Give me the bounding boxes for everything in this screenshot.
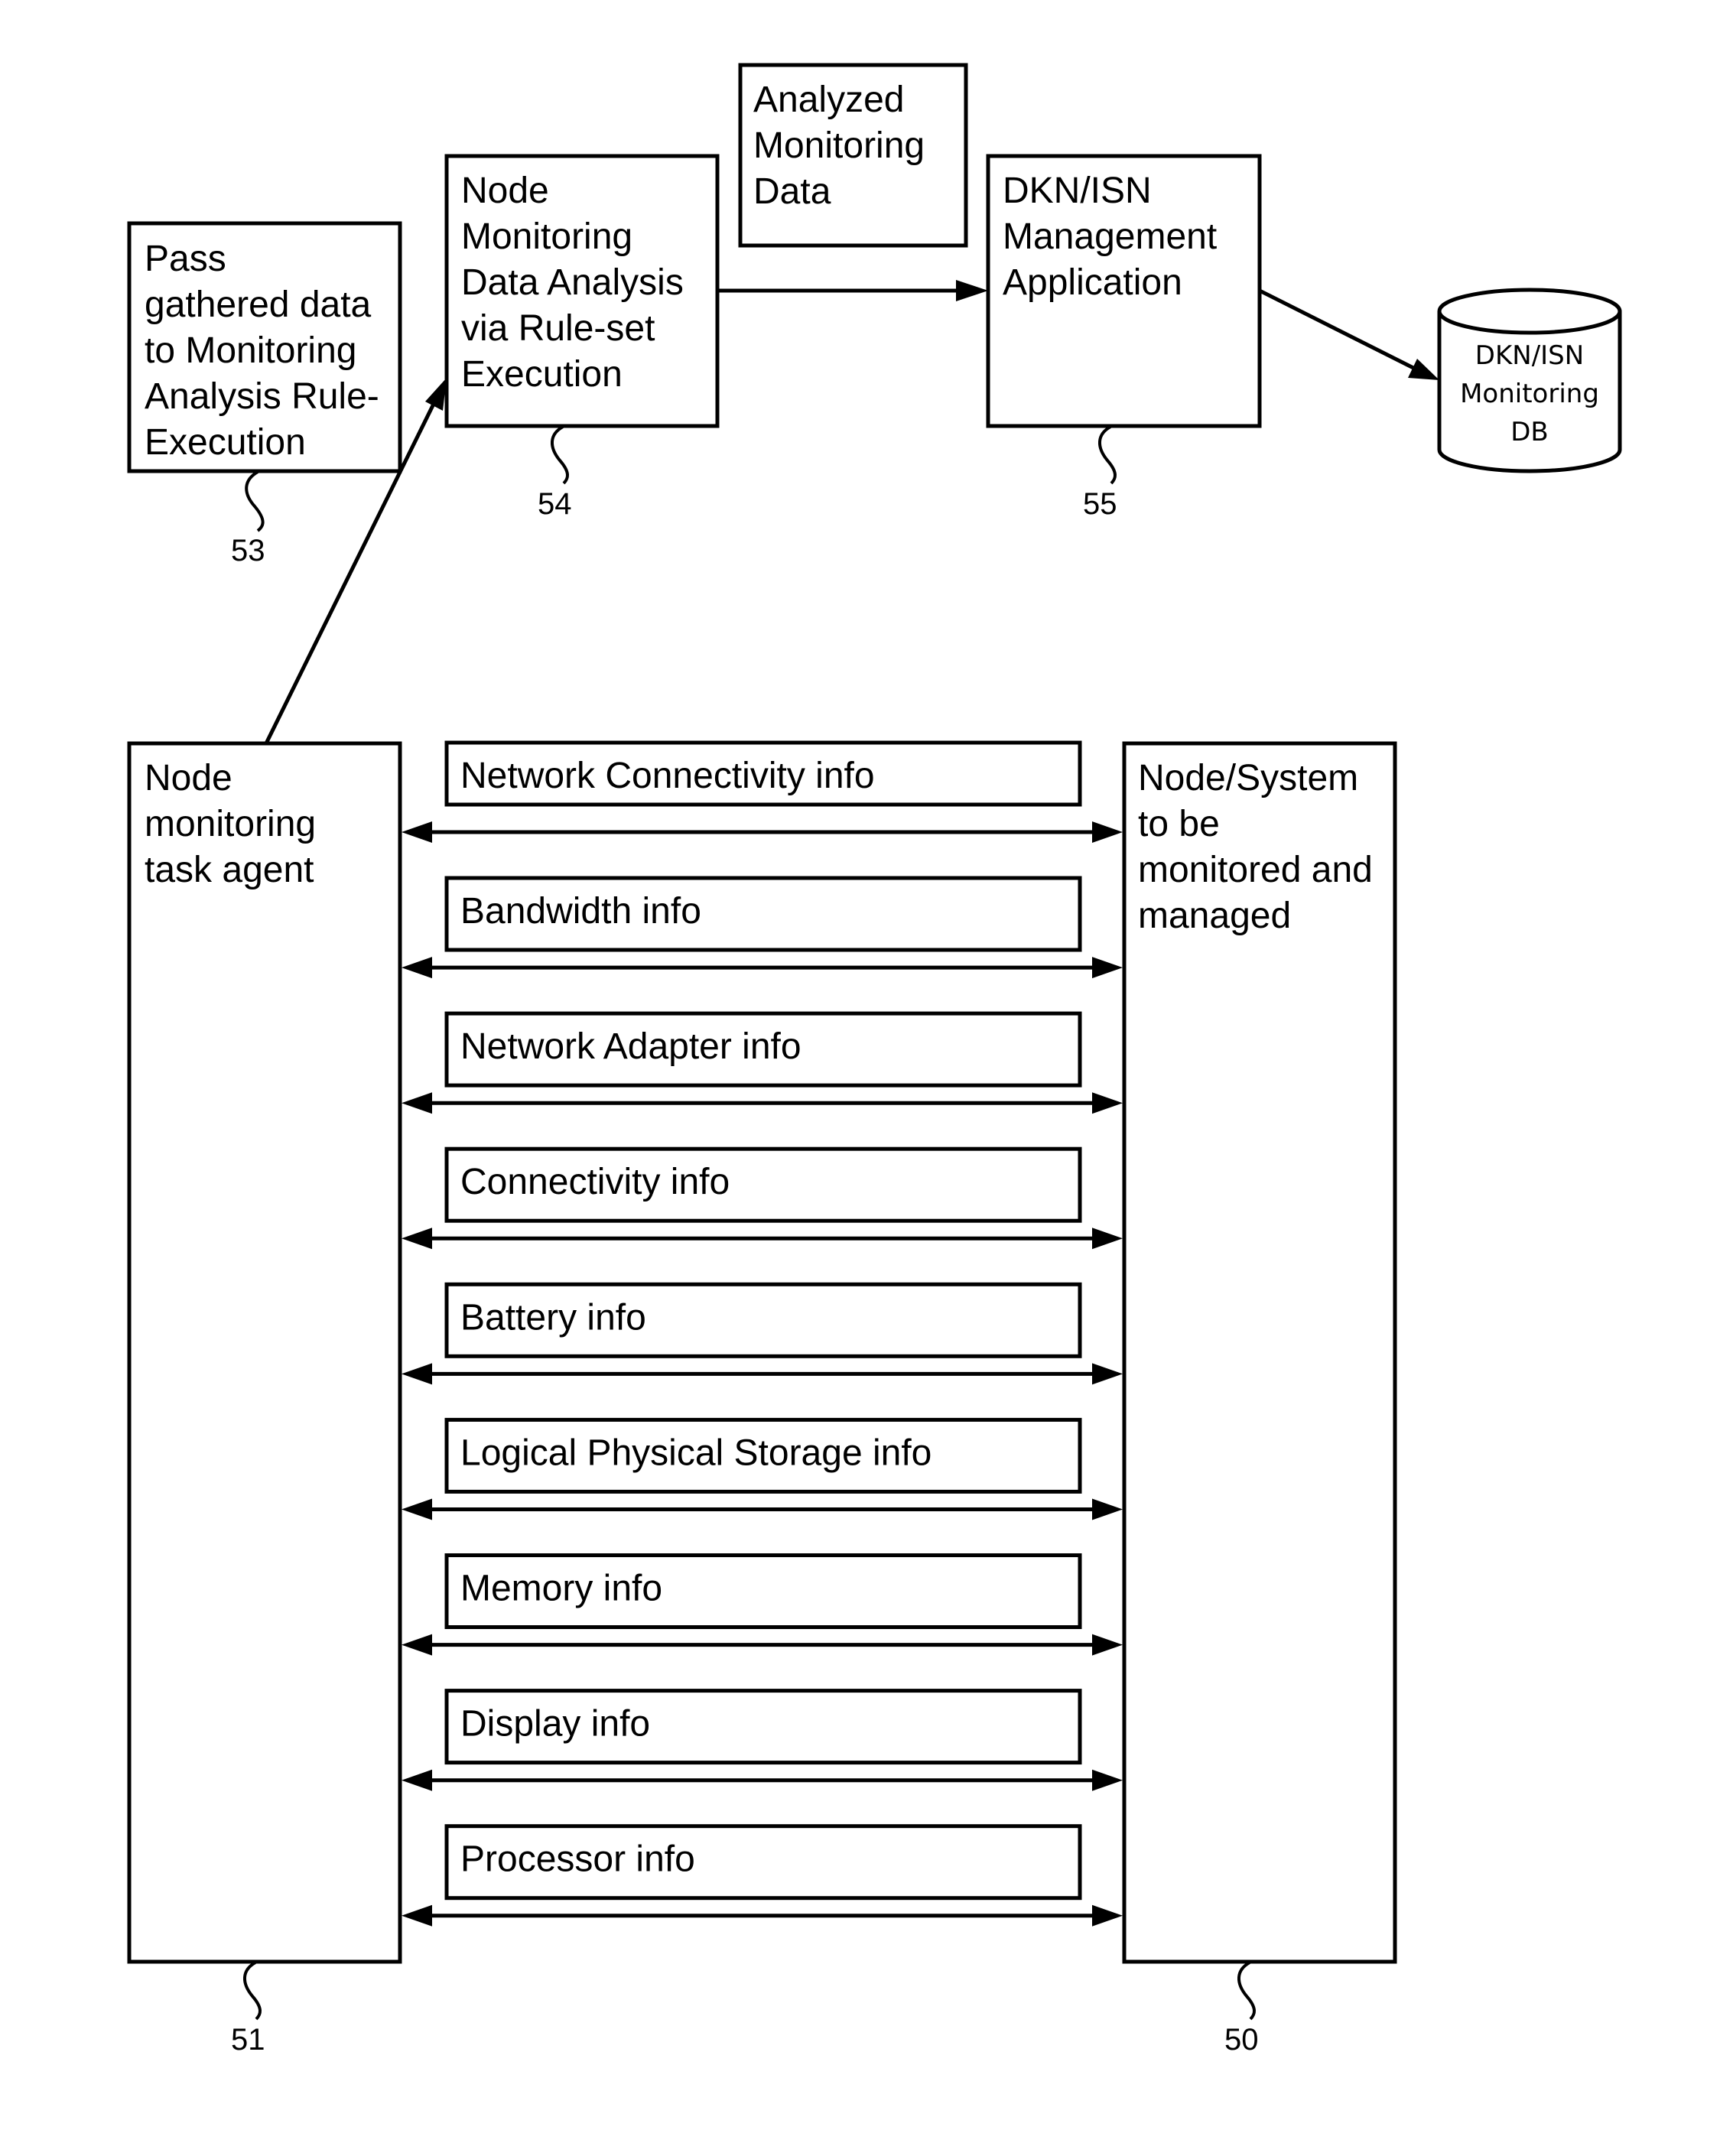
analysis-line-1: Node (461, 171, 549, 211)
db-line-3: DB (1510, 417, 1549, 447)
arrow-head-left-icon (402, 1228, 432, 1250)
info-item: Network Adapter info (402, 1011, 1123, 1114)
info-item: Network Connectivity info (402, 740, 1123, 843)
pass-data-line-5: Execution (145, 422, 306, 463)
info-item: Connectivity info (402, 1146, 1123, 1250)
analysis-node: Node Monitoring Data Analysis via Rule-s… (444, 154, 720, 521)
arrow-head-icon (956, 280, 988, 301)
pass-data-line-4: Analysis Rule- (145, 376, 379, 417)
analysis-line-4: via Rule-set (461, 308, 655, 349)
info-exchange-list: Network Connectivity info Bandwidth info N… (402, 740, 1123, 1927)
ref-leader-53 (245, 470, 265, 532)
arrow-head-left-icon (402, 1634, 432, 1656)
ref-label-53: 53 (231, 534, 265, 567)
ref-label-51: 51 (231, 2023, 265, 2057)
arrow-head-left-icon (402, 1363, 432, 1385)
arrow-head-icon (425, 378, 447, 411)
management-app-node: DKN/ISN Management Application 55 (986, 154, 1262, 521)
info-item: Processor info (402, 1824, 1123, 1927)
ref-leader-55 (1098, 425, 1117, 485)
managed-node: Node/System to be monitored and managed … (1122, 741, 1397, 2057)
info-label: Battery info (460, 1297, 646, 1338)
database-cylinder-top (1437, 288, 1622, 335)
task-agent-box (127, 741, 402, 1964)
analysis-line-2: Monitoring (461, 216, 632, 257)
managed-node-line-2: to be (1138, 804, 1220, 844)
arrow-head-left-icon (402, 1498, 432, 1520)
info-label: Logical Physical Storage info (460, 1432, 932, 1473)
ref-leader-50 (1237, 1961, 1256, 2021)
info-item: Display info (402, 1689, 1123, 1791)
pass-data-line-3: to Monitoring (145, 330, 356, 371)
arrow-head-right-icon (1092, 1904, 1123, 1927)
management-app-line-3: Application (1003, 262, 1182, 303)
analysis-line-3: Data Analysis (461, 262, 684, 303)
ref-leader-54 (551, 425, 569, 485)
db-line-2: Monitoring (1460, 379, 1599, 409)
pass-data-line-1: Pass (145, 239, 226, 279)
arrow-line (1258, 288, 1418, 372)
arrow-analysis-to-management (717, 280, 988, 301)
arrow-head-icon (1408, 359, 1439, 380)
arrow-head-right-icon (1092, 1634, 1123, 1656)
task-agent-node: Node monitoring task agent 51 (127, 741, 402, 2057)
info-label: Processor info (460, 1839, 695, 1880)
task-agent-line-3: task agent (145, 850, 314, 890)
info-item: Battery info (402, 1282, 1123, 1385)
info-item: Logical Physical Storage info (402, 1417, 1123, 1520)
arrow-head-right-icon (1092, 1769, 1123, 1791)
info-label: Bandwidth info (460, 891, 701, 932)
info-label: Network Connectivity info (460, 756, 875, 796)
ref-label-55: 55 (1083, 487, 1117, 521)
arrow-head-left-icon (402, 957, 432, 979)
managed-node-line-1: Node/System (1138, 758, 1358, 798)
ref-leader-51 (243, 1961, 262, 2021)
pass-gathered-data-node: Pass gathered data to Monitoring Analysi… (127, 221, 402, 567)
arrow-head-left-icon (402, 1769, 432, 1791)
task-agent-line-2: monitoring (145, 804, 316, 844)
arrow-head-left-icon (402, 821, 432, 843)
arrow-head-right-icon (1092, 1092, 1123, 1114)
analysis-line-5: Execution (461, 354, 623, 395)
info-label: Memory info (460, 1569, 662, 1609)
managed-node-line-3: monitored and (1138, 850, 1373, 890)
arrow-head-left-icon (402, 1904, 432, 1927)
db-line-1: DKN/ISN (1475, 340, 1584, 371)
arrow-head-left-icon (402, 1092, 432, 1114)
info-item: Memory info (402, 1553, 1123, 1656)
arrow-head-right-icon (1092, 1498, 1123, 1520)
info-item: Bandwidth info (402, 876, 1123, 979)
arrow-head-right-icon (1092, 821, 1123, 843)
ref-label-50: 50 (1224, 2023, 1259, 2057)
info-label: Connectivity info (460, 1162, 730, 1202)
ref-label-54: 54 (538, 487, 572, 521)
pass-data-line-2: gathered data (145, 285, 372, 325)
analyzed-data-line-1: Analyzed (753, 80, 904, 120)
arrow-management-to-db (1258, 288, 1439, 380)
analyzed-data-line-3: Data (753, 171, 831, 212)
management-app-line-2: Management (1003, 216, 1217, 257)
arrow-head-right-icon (1092, 1228, 1123, 1250)
monitoring-flow-diagram: Pass gathered data to Monitoring Analysi… (127, 63, 1622, 2057)
info-label: Network Adapter info (460, 1026, 801, 1067)
info-label: Display info (460, 1704, 650, 1745)
arrow-head-right-icon (1092, 1363, 1123, 1385)
task-agent-line-1: Node (145, 758, 232, 798)
analyzed-data-node: Analyzed Monitoring Data (738, 63, 968, 248)
arrow-head-right-icon (1092, 957, 1123, 979)
analyzed-data-line-2: Monitoring (753, 125, 925, 166)
managed-node-line-4: managed (1138, 896, 1291, 936)
management-app-line-1: DKN/ISN (1003, 171, 1152, 211)
monitoring-db-node: DKN/ISN Monitoring DB (1437, 288, 1622, 473)
